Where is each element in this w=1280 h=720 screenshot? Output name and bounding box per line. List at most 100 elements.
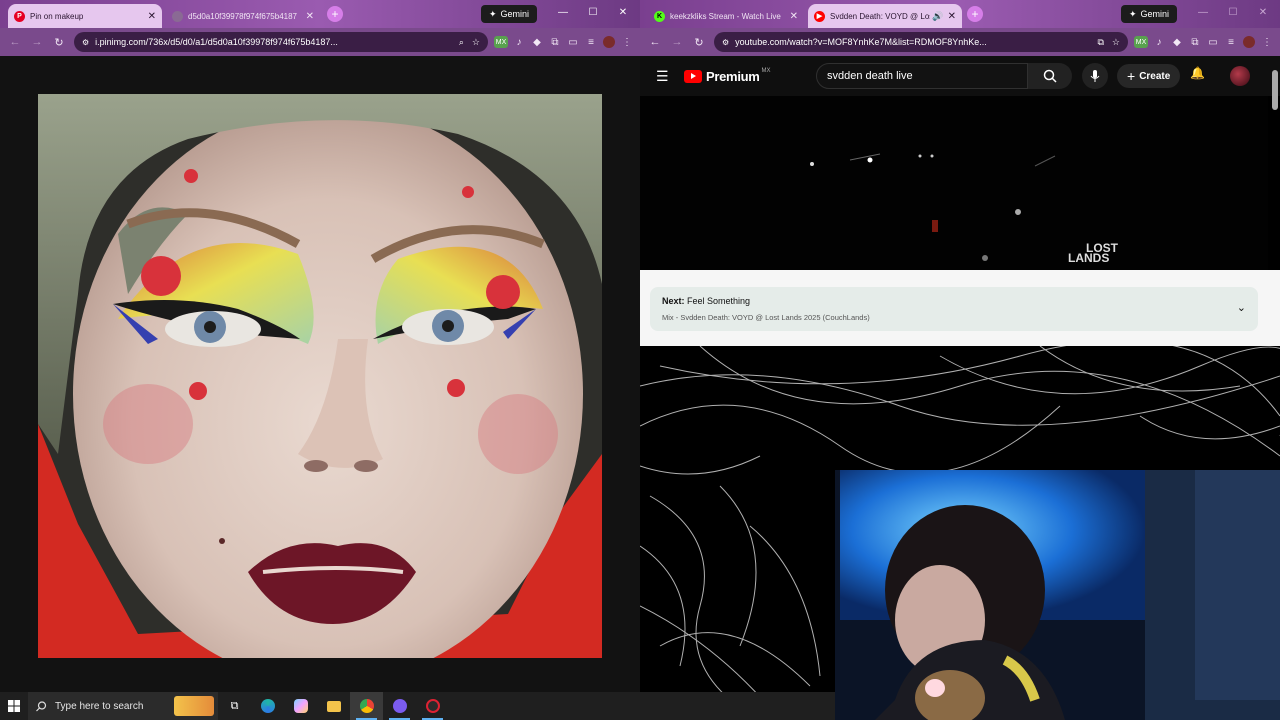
create-button[interactable]: + Create [1117,64,1181,88]
audio-extension-icon[interactable]: ♪ [1150,33,1168,51]
bookmark-star-icon[interactable]: ☆ [472,37,480,48]
voice-search-button[interactable] [1082,63,1108,89]
hamburger-menu-icon[interactable]: ☰ [656,68,676,85]
tab-label: Svdden Death: VOYD @ Lost [830,11,931,21]
tab-image[interactable]: d5d0a10f39978f974f675b4187 ✕ [166,4,320,28]
back-icon[interactable]: ← [4,31,26,53]
minimize-button[interactable]: — [554,5,572,21]
reload-icon[interactable]: ↻ [48,31,70,53]
obs-studio-icon[interactable] [416,692,449,720]
youtube-icon: ▶ [814,10,825,22]
extensions-puzzle-icon[interactable]: ⧉ [546,33,564,51]
media-control-icon[interactable]: ≡ [1222,33,1240,51]
close-window-button[interactable]: ✕ [614,5,632,21]
reload-icon[interactable]: ↻ [688,31,710,53]
search-placeholder: Type here to search [55,700,144,712]
media-control-icon[interactable]: ≡ [582,33,600,51]
gemini-label: Gemini [1140,9,1170,19]
tab-kick-stream[interactable]: K keekzkliks Stream - Watch Live ✕ [648,4,804,28]
maximize-button[interactable]: ☐ [1224,5,1242,21]
mx-extension-icon[interactable]: MX [1134,36,1148,48]
logo-text: Premium [706,68,760,84]
tab-label: d5d0a10f39978f974f675b4187 [188,11,297,21]
tab-label: keekzkliks Stream - Watch Live [670,11,781,21]
search-highlight-icon [174,696,214,716]
plus-icon: + [1127,68,1136,84]
more-menu-icon[interactable]: ⋮ [1258,33,1276,51]
webcam-feed [835,470,1280,720]
minimize-button[interactable]: — [1194,5,1212,21]
browser-toolbar: ← → ↻ ⚙ i.pinimg.com/736x/d5/d0/a1/d5d0a… [0,28,640,56]
image-tab-icon [172,10,183,22]
youtube-search-input[interactable]: svdden death live [816,63,1028,89]
mx-extension-icon[interactable]: MX [494,36,508,48]
left-browser-window: P Pin on makeup ✕ d5d0a10f39978f974f675b… [0,0,640,692]
more-menu-icon[interactable]: ⋮ [618,33,636,51]
file-explorer-icon[interactable] [317,692,350,720]
forward-icon[interactable]: → [666,31,688,53]
gemini-button[interactable]: ✦ Gemini [481,5,538,23]
gemini-label: Gemini [500,9,530,19]
tab-search-icon[interactable]: ▭ [1204,33,1222,51]
start-button[interactable] [0,692,28,720]
gemini-sparkle-icon: ✦ [489,8,497,19]
address-url: youtube.com/watch?v=MOF8YnhKe7M&list=RDM… [735,37,987,47]
makeup-photo [38,94,602,658]
zoom-icon[interactable]: ⌕ [459,37,464,48]
edge-browser-icon[interactable] [251,692,284,720]
chevron-down-icon[interactable]: ⌄ [1237,301,1246,314]
close-window-button[interactable]: ✕ [1254,5,1272,21]
close-icon[interactable]: ✕ [148,11,156,22]
windows-taskbar: Type here to search ⧉ [0,692,835,720]
youtube-premium-logo[interactable]: Premium MX [684,68,771,84]
discord-icon[interactable] [383,692,416,720]
maximize-button[interactable]: ☐ [584,5,602,21]
tab-strip: K keekzkliks Stream - Watch Live ✕ ▶ Svd… [640,0,1280,28]
bookmark-star-icon[interactable]: ☆ [1112,37,1120,48]
audio-extension-icon[interactable]: ♪ [510,33,528,51]
tab-youtube[interactable]: ▶ Svdden Death: VOYD @ Lost 🔊 ✕ [808,4,962,28]
close-icon[interactable]: ✕ [306,11,314,22]
task-view-icon[interactable]: ⧉ [218,692,251,720]
back-icon[interactable]: ← [644,31,666,53]
address-url: i.pinimg.com/736x/d5/d0/a1/d5d0a10f39978… [95,37,338,47]
search-button[interactable] [1028,63,1072,89]
avatar[interactable] [1230,66,1250,86]
diamond-extension-icon[interactable]: ◆ [528,33,546,51]
search-icon [36,700,47,711]
address-bar[interactable]: ⚙ i.pinimg.com/736x/d5/d0/a1/d5d0a10f399… [74,32,488,52]
pinterest-icon: P [14,10,25,22]
tab-strip: P Pin on makeup ✕ d5d0a10f39978f974f675b… [0,0,640,28]
notifications-bell-icon[interactable]: 🔔 [1190,66,1205,80]
tab-pin-on-makeup[interactable]: P Pin on makeup ✕ [8,4,162,28]
new-tab-button[interactable]: + [327,6,343,22]
tab-search-icon[interactable]: ▭ [564,33,582,51]
address-bar[interactable]: ⚙ youtube.com/watch?v=MOF8YnhKe7M&list=R… [714,32,1128,52]
microphone-icon [1090,70,1100,82]
copilot-icon[interactable] [284,692,317,720]
gemini-button[interactable]: ✦ Gemini [1121,5,1178,23]
forward-icon[interactable]: → [26,31,48,53]
chrome-icon[interactable] [350,692,383,720]
browser-toolbar: ← → ↻ ⚙ youtube.com/watch?v=MOF8YnhKe7M&… [640,28,1280,56]
diamond-extension-icon[interactable]: ◆ [1168,33,1186,51]
taskbar-search-box[interactable]: Type here to search [28,692,218,720]
close-icon[interactable]: ✕ [790,11,798,22]
new-tab-button[interactable]: + [967,6,983,22]
profile-avatar-icon[interactable] [1240,33,1258,51]
audio-playing-icon[interactable]: 🔊 [932,11,943,22]
search-icon [1043,69,1057,83]
up-next-playlist: Mix - Svdden Death: VOYD @ Lost Lands 20… [662,313,870,322]
site-info-icon[interactable]: ⚙ [722,38,729,47]
gemini-sparkle-icon: ✦ [1129,8,1137,19]
search-value: svdden death live [827,70,913,82]
install-app-icon[interactable]: ⧉ [1097,37,1103,48]
profile-avatar-icon[interactable] [600,33,618,51]
windows-logo-icon [8,700,20,712]
video-player[interactable]: LOST LANDS [640,96,1268,270]
extensions-puzzle-icon[interactable]: ⧉ [1186,33,1204,51]
kick-icon: K [654,10,665,22]
site-info-icon[interactable]: ⚙ [82,38,89,47]
up-next-card[interactable]: Next: Feel Something Mix - Svdden Death:… [650,287,1258,331]
close-icon[interactable]: ✕ [948,11,956,22]
